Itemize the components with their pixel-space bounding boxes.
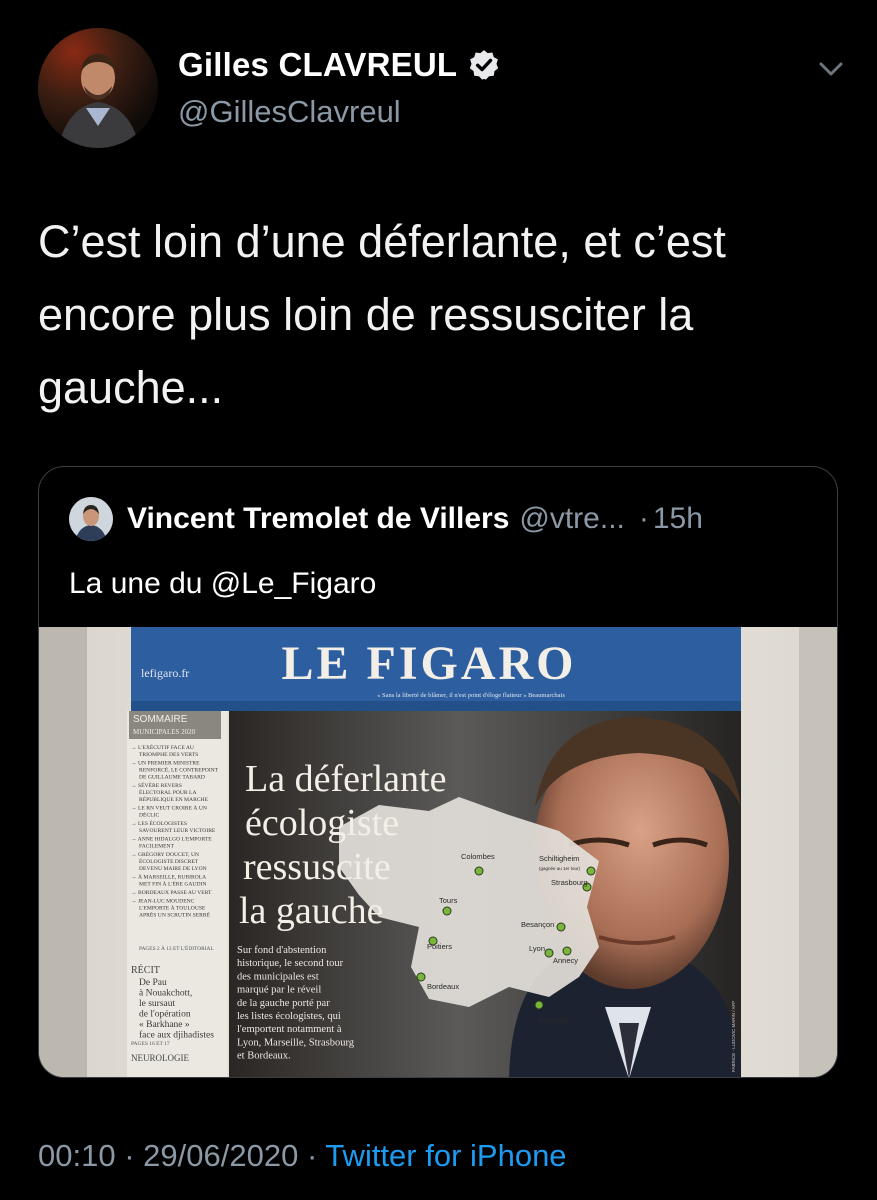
lede-line: et Bordeaux. [237, 1051, 291, 1062]
author-avatar[interactable] [38, 28, 158, 148]
recit-line: De Pau [139, 978, 167, 988]
recit-label: RÉCIT [131, 964, 160, 976]
sommaire-item: → À MARSEILLE, RUBIROLA MET FIN À L'ÈRE G… [131, 873, 206, 888]
quote-author-avatar[interactable] [69, 497, 113, 541]
lede-line: des municipales est [237, 971, 319, 982]
recit-pages: PAGES 16 ET 17 [131, 1041, 170, 1047]
city-colombes: Colombes [461, 852, 495, 861]
lede-line: de la gauche porté par [237, 998, 330, 1009]
city-marseille: Marseille [539, 1016, 569, 1025]
lede-line: marqué par le réveil [237, 985, 321, 996]
quote-media-image[interactable]: LE FIGARO lefigaro.fr « Sans la liberté … [39, 627, 837, 1077]
tweet-text: C’est loin d’une déferlante, et c’est en… [38, 216, 726, 413]
quote-author-photo [69, 497, 113, 541]
quote-timestamp[interactable]: 15h [653, 502, 703, 536]
sommaire-item: → L'EXÉCUTIF FACE AU TRIOMPHE DES VERTS [131, 743, 198, 758]
city-lyon: Lyon [529, 944, 545, 953]
headline-line: écologiste [245, 802, 399, 844]
footer-dot-2: · [306, 1138, 318, 1173]
headline-line: la gauche [239, 890, 384, 932]
lede-line: les listes écologistes, qui [237, 1011, 341, 1022]
city-tours: Tours [439, 896, 458, 905]
city-besancon: Besançon [521, 920, 554, 929]
author-name[interactable]: Gilles CLAVREUL [178, 46, 457, 84]
headline-line: ressuscite [243, 846, 391, 888]
photo-credit: FABRICE · LUDOVIC MARIN / AFP [731, 1001, 736, 1072]
site-text: lefigaro.fr [141, 666, 189, 680]
tweet-footer: 00:10 · 29/06/2020 · Twitter for iPhone [38, 1138, 567, 1174]
headline-line: La déferlante [245, 758, 446, 800]
city-poitiers: Poitiers [427, 942, 452, 951]
newspaper-front-page: LE FIGARO lefigaro.fr « Sans la liberté … [39, 627, 837, 1077]
sommaire-item: → BORDEAUX PASSE AU VERT [131, 890, 212, 896]
sommaire-subtitle: MUNICIPALES 2020 [133, 728, 196, 736]
tweet-date[interactable]: 29/06/2020 [143, 1138, 298, 1173]
lede-line: Sur fond d'abstention [237, 945, 327, 956]
city-bordeaux: Bordeaux [427, 982, 459, 991]
lede-line: Lyon, Marseille, Strasbourg [237, 1037, 355, 1048]
city-strasbourg: Strasbourg [551, 878, 588, 887]
author-handle[interactable]: @GillesClavreul [178, 94, 401, 130]
recit-line: le sursaut [139, 999, 176, 1009]
city-schiltigheim-note: (gagnée au 1er tour) [539, 866, 581, 871]
motto-text: « Sans la liberté de blâmer, il n'est po… [377, 692, 565, 699]
lede-line: l'emportent notamment à [237, 1024, 342, 1035]
quote-author-handle[interactable]: @vtre... [519, 502, 624, 536]
footer-dot-1: · [124, 1138, 135, 1173]
sommaire-title: SOMMAIRE [133, 714, 188, 725]
quoted-tweet[interactable]: Vincent Tremolet de Villers @vtre... · 1… [38, 466, 838, 1078]
recit-line: de l'opération [139, 1010, 191, 1020]
recit-line: « Barkhane » [139, 1020, 190, 1030]
quote-author-name[interactable]: Vincent Tremolet de Villers [127, 502, 509, 536]
author-photo [38, 28, 158, 148]
recit-line: à Nouakchott, [139, 989, 192, 999]
city-schiltigheim: Schiltigheim [539, 854, 579, 863]
lede-line: historique, le second tour [237, 958, 344, 969]
verified-badge-icon [470, 50, 499, 80]
recit-line: face aux djihadistes [139, 1030, 214, 1041]
sommaire-item: → GRÉGORY DOUCET, UN ÉCOLOGISTE DISCRET DE… [131, 850, 207, 872]
tweet-source-link[interactable]: Twitter for iPhone [325, 1138, 566, 1173]
quote-separator: · [638, 502, 649, 535]
neurologie-label: NEUROLOGIE [131, 1053, 189, 1063]
tweet-time[interactable]: 00:10 [38, 1138, 116, 1173]
sommaire-pages: PAGES 2 À 13 ET L'ÉDITORIAL [139, 944, 214, 952]
masthead-text: LE FIGARO [281, 637, 576, 690]
quote-text: La une du @Le_Figaro [69, 567, 377, 600]
city-annecy: Annecy [553, 956, 578, 965]
chevron-down-icon[interactable] [816, 58, 846, 80]
